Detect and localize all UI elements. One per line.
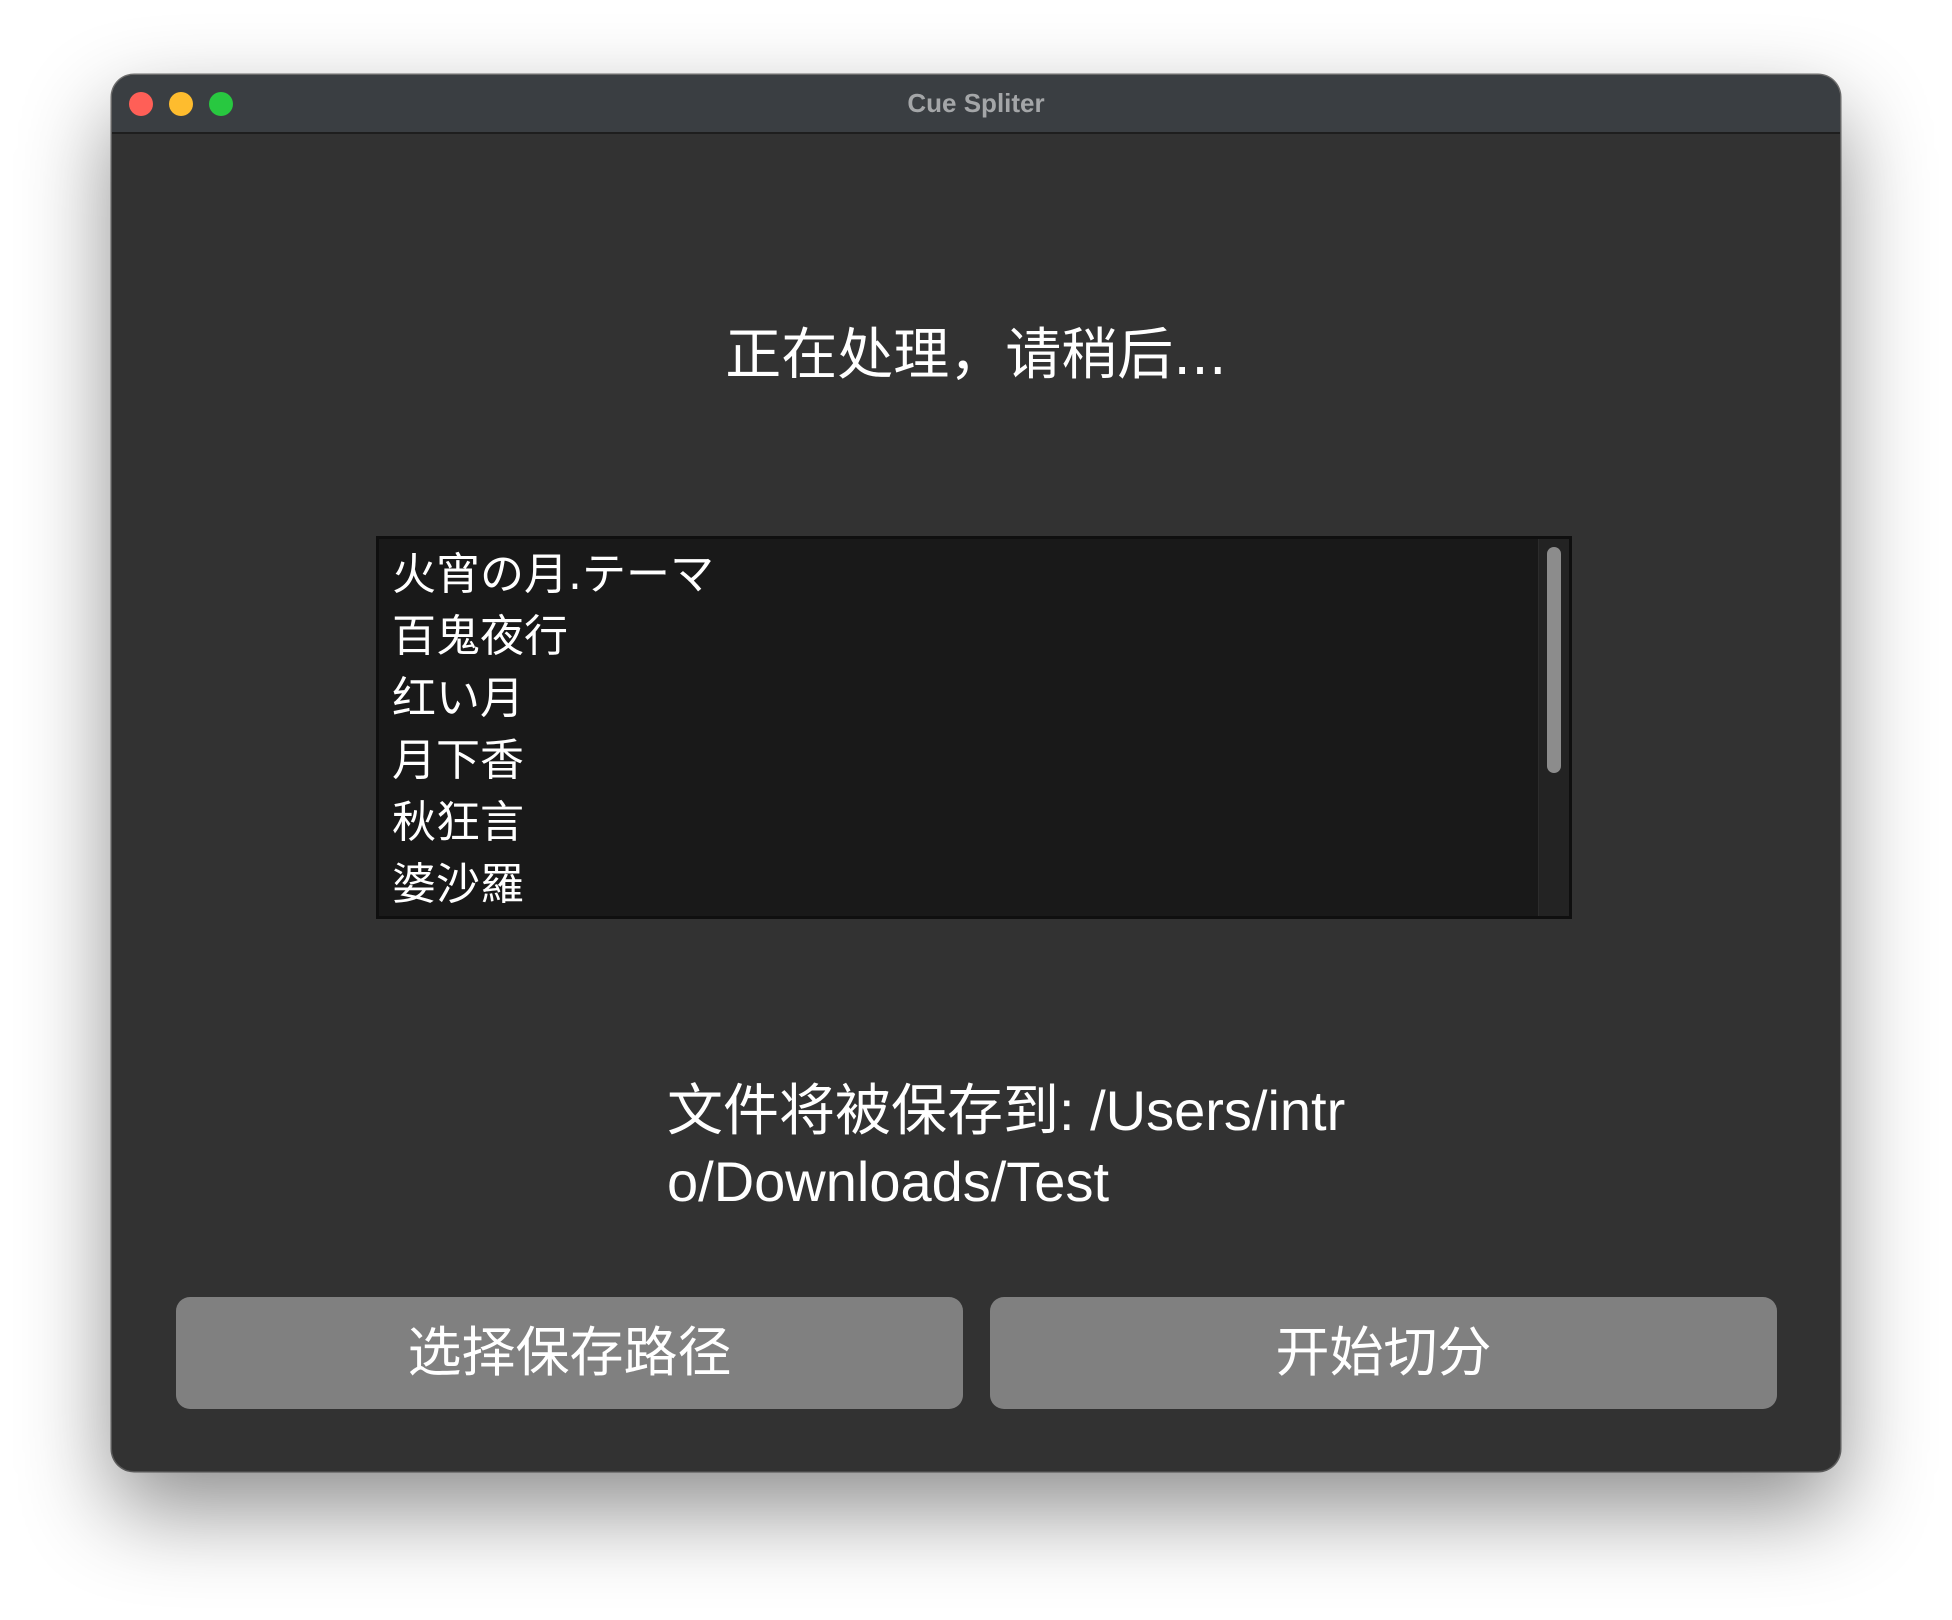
scrollbar-thumb[interactable] (1547, 547, 1561, 773)
list-item[interactable]: 秋狂言 (392, 792, 714, 854)
list-item[interactable]: 火宵の月.テーマ (392, 544, 714, 606)
track-items: 火宵の月.テーマ 百鬼夜行 红い月 月下香 秋狂言 婆沙羅 (392, 544, 714, 916)
choose-save-path-button[interactable]: 选择保存路径 (176, 1297, 963, 1409)
status-text: 正在处理，请稍后... (725, 323, 1227, 388)
list-item[interactable]: 百鬼夜行 (392, 606, 714, 668)
list-item[interactable]: 月下香 (392, 730, 714, 792)
list-item[interactable]: 红い月 (392, 668, 714, 730)
list-item[interactable]: 婆沙羅 (392, 854, 714, 916)
track-list[interactable]: 火宵の月.テーマ 百鬼夜行 红い月 月下香 秋狂言 婆沙羅 (376, 536, 1572, 919)
start-split-button[interactable]: 开始切分 (990, 1297, 1777, 1409)
window-title: Cue Spliter (907, 88, 1045, 118)
save-path-label: 文件将被保存到: /Users/intro/Downloads/Test (667, 1079, 1346, 1213)
app-window: Cue Spliter 正在处理，请稍后... 火宵の月.テーマ 百鬼夜行 红い… (112, 75, 1840, 1471)
vertical-scrollbar[interactable] (1538, 539, 1569, 916)
title-bar[interactable]: Cue Spliter (112, 75, 1840, 134)
